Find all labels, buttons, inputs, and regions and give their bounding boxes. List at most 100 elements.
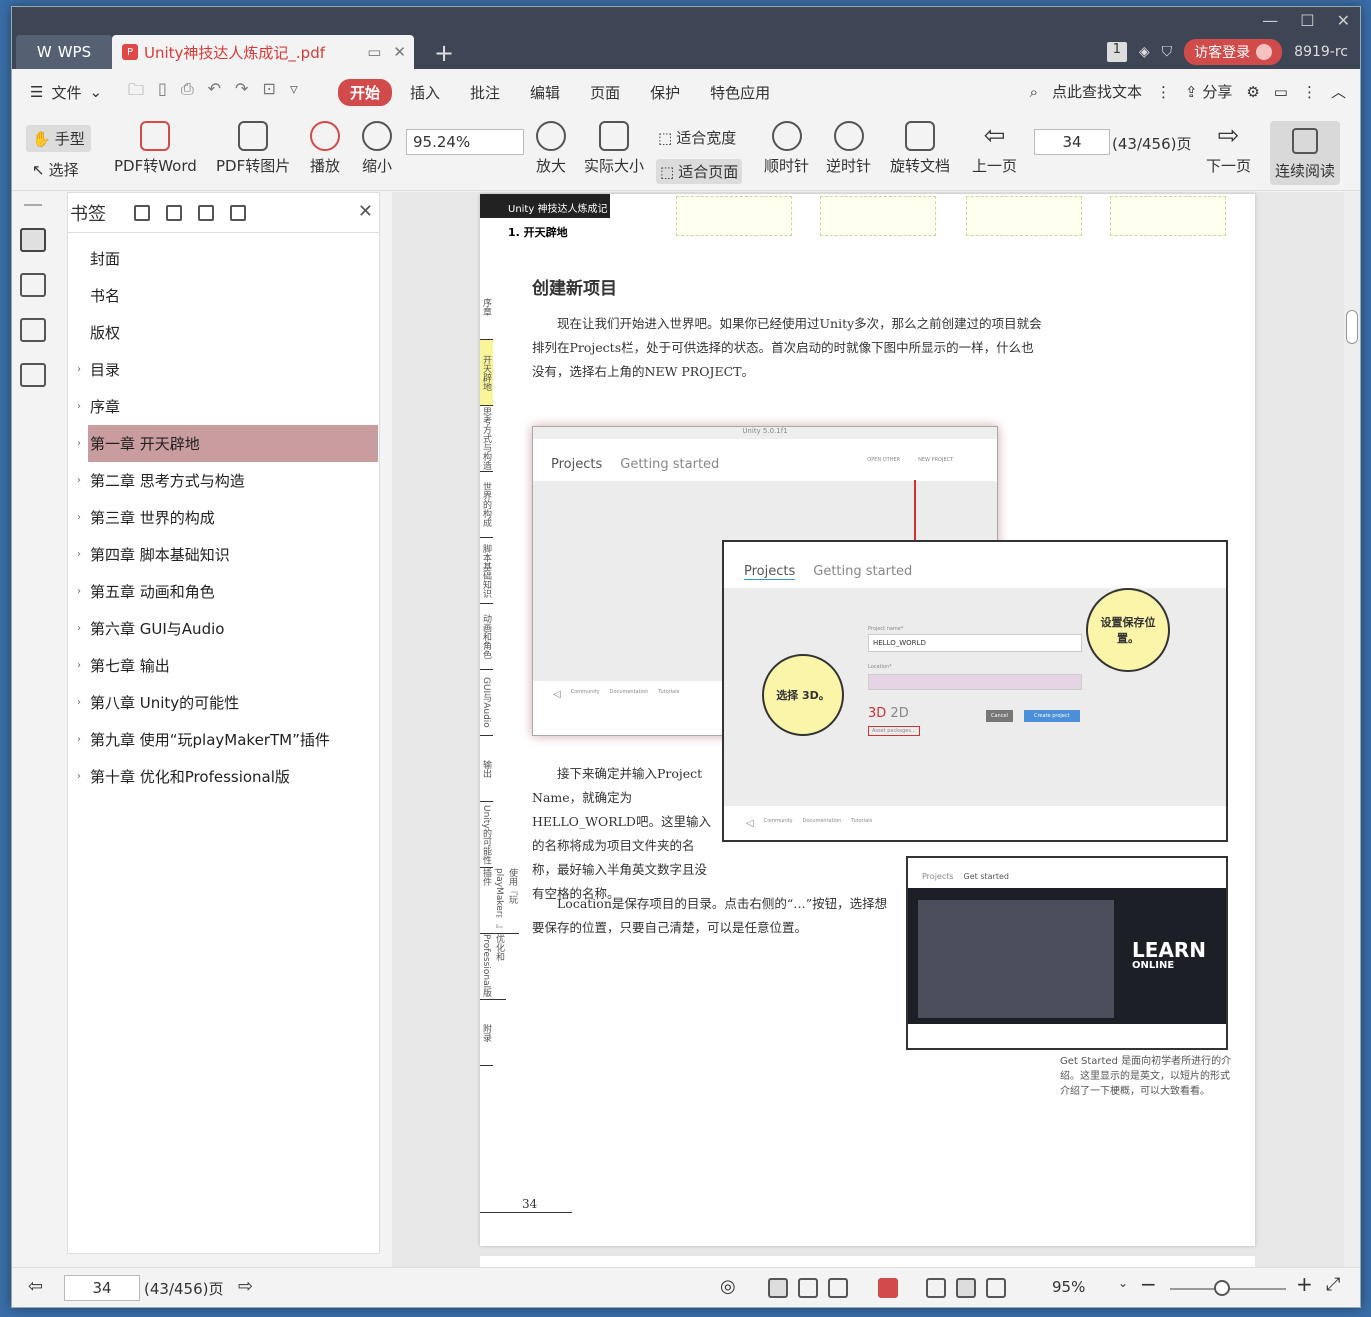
window-count-badge[interactable]: 1 [1106, 42, 1127, 62]
pdf-to-word-button[interactable]: PDF转Word [114, 121, 197, 176]
tab-comment[interactable]: 批注 [458, 79, 512, 106]
save-icon[interactable]: ▯ [158, 79, 167, 106]
zoom-slider-handle[interactable] [1214, 1280, 1230, 1296]
document-viewport[interactable]: Unity 神技达人炼成记 1. 开天辟地 序章 开天辟地 思考方式与构造 世界的构成… [392, 192, 1346, 1276]
zoom-out-icon[interactable]: − [1140, 1272, 1157, 1296]
bookmark-item[interactable]: › 第九章 使用“玩playMakerTM”插件 [68, 721, 379, 758]
hand-tool-button[interactable]: ✋ 手型 [26, 125, 91, 152]
document-tab[interactable]: P Unity神技达人炼成记_.pdf ▭ ✕ [112, 35, 414, 69]
tab-protect[interactable]: 保护 [638, 79, 692, 106]
collapse-all-icon[interactable] [166, 204, 182, 221]
expand-arrow-icon[interactable]: › [77, 771, 81, 782]
fit-page-icon[interactable] [956, 1278, 976, 1298]
open-folder-icon[interactable]: 🗀 [128, 79, 144, 106]
minimize-icon[interactable]: — [1262, 11, 1278, 30]
close-window-icon[interactable]: ✕ [1337, 11, 1350, 30]
file-menu[interactable]: ☰ 文件 ⌄ [12, 82, 120, 103]
two-page-view-icon[interactable] [828, 1278, 848, 1298]
expand-arrow-icon[interactable]: › [77, 623, 81, 634]
expand-arrow-icon[interactable]: › [77, 401, 81, 412]
maximize-icon[interactable]: ☐ [1300, 11, 1314, 30]
actual-size-icon[interactable] [926, 1278, 946, 1298]
expand-all-icon[interactable] [134, 204, 150, 221]
redo-icon[interactable]: ↷ [235, 79, 248, 106]
image-panel-icon[interactable] [20, 363, 46, 387]
annotation-panel-icon[interactable] [20, 318, 46, 342]
fit-width-button[interactable]: ⬚ 适合宽度 [658, 127, 736, 148]
tab-features[interactable]: 特色应用 [698, 79, 782, 106]
expand-arrow-icon[interactable]: › [77, 512, 81, 523]
actual-size-button[interactable]: 实际大小 [584, 121, 644, 176]
fullscreen-icon[interactable]: ⤢ [1326, 1274, 1340, 1295]
select-tool-button[interactable]: ↖ 选择 [32, 159, 79, 180]
fit-page-button[interactable]: ⬚ 适合页面 [656, 159, 743, 184]
single-page-view-icon[interactable] [798, 1278, 818, 1298]
eye-protection-icon[interactable]: ◎ [720, 1276, 736, 1297]
bookmark-item[interactable]: › 第十章 优化和Professional版 [68, 758, 379, 795]
wps-home-tab[interactable]: W WPS [16, 35, 112, 69]
collapse-ribbon-icon[interactable]: ︿ [1331, 81, 1346, 102]
zoom-out-button[interactable]: 缩小 [362, 121, 392, 176]
zoom-in-button[interactable]: 放大 [536, 121, 566, 176]
thumbnail-panel-icon[interactable] [20, 273, 46, 297]
tab-start[interactable]: 开始 [338, 78, 393, 106]
next-page-icon[interactable]: ⇨ [238, 1276, 253, 1297]
bookmark-item[interactable]: 封面 [68, 240, 379, 277]
tab-edit[interactable]: 编辑 [518, 79, 572, 106]
drag-handle[interactable] [24, 204, 42, 206]
close-panel-icon[interactable]: ✕ [358, 201, 373, 222]
page-number-input[interactable]: 34 [1034, 129, 1110, 155]
print-icon[interactable]: ⎙ [181, 79, 194, 106]
fit-width-icon[interactable] [986, 1278, 1006, 1298]
expand-arrow-icon[interactable]: › [77, 660, 81, 671]
close-tab-icon[interactable]: ✕ [393, 43, 406, 61]
bookmark-item[interactable]: › 第七章 输出 [68, 647, 379, 684]
bookmark-item[interactable]: › 第六章 GUI与Audio [68, 610, 379, 647]
continuous-view-icon[interactable] [768, 1278, 788, 1298]
undo-icon[interactable]: ↶ [208, 79, 221, 106]
bookmark-item[interactable]: 书名 [68, 277, 379, 314]
more-vertical-icon[interactable]: ⋮ [1156, 83, 1171, 101]
prev-page-button[interactable]: ⇦ 上一页 [972, 121, 1017, 176]
share-button[interactable]: ⇪ 分享 [1185, 81, 1232, 102]
skin-icon[interactable]: ◈ [1139, 44, 1150, 60]
more-options-icon[interactable]: ⋮ [1302, 83, 1317, 101]
comment-icon[interactable]: ▭ [1274, 83, 1288, 101]
zoom-in-icon[interactable]: + [1296, 1272, 1313, 1296]
expand-arrow-icon[interactable]: › [77, 697, 81, 708]
rotate-counterclockwise-button[interactable]: 逆时针 [826, 121, 871, 176]
bookmark-item[interactable]: › 第八章 Unity的可能性 [68, 684, 379, 721]
tab-insert[interactable]: 插入 [398, 79, 452, 106]
bookmark-item[interactable]: › 序章 [68, 388, 379, 425]
shirt-icon[interactable]: ⛉ [1162, 44, 1173, 60]
bookmark-item[interactable]: › 第一章 开天辟地 [77, 425, 378, 462]
bookmark-item[interactable]: › 第二章 思考方式与构造 [68, 462, 379, 499]
expand-arrow-icon[interactable]: › [77, 586, 81, 597]
export-image-icon[interactable]: ⊡ [262, 79, 275, 106]
bookmark-item[interactable]: › 第五章 动画和角色 [68, 573, 379, 610]
expand-arrow-icon[interactable]: › [77, 438, 81, 449]
play-button[interactable]: 播放 [310, 121, 340, 176]
continuous-reading-button[interactable]: 连续阅读 [1270, 121, 1340, 185]
add-bookmark-icon[interactable] [198, 204, 214, 221]
tab-page[interactable]: 页面 [578, 79, 632, 106]
search-icon[interactable]: ⌕ [1030, 83, 1038, 101]
visitor-login-button[interactable]: 访客登录 [1184, 39, 1283, 65]
scrollbar-thumb[interactable] [1346, 310, 1358, 344]
rotate-document-button[interactable]: 旋转文档 [890, 121, 950, 176]
prev-page-icon[interactable]: ⇦ [28, 1276, 43, 1297]
next-page-button[interactable]: ⇨ 下一页 [1206, 121, 1251, 176]
search-text-button[interactable]: 点此查找文本 [1052, 81, 1142, 102]
bookmark-item[interactable]: 版权 [68, 314, 379, 351]
bookmark-item[interactable]: › 目录 [68, 351, 379, 388]
expand-arrow-icon[interactable]: › [77, 364, 81, 375]
bookmark-item[interactable]: › 第四章 脚本基础知识 [68, 536, 379, 573]
play-slideshow-icon[interactable] [878, 1278, 898, 1298]
expand-arrow-icon[interactable]: › [77, 734, 81, 745]
rotate-clockwise-button[interactable]: 顺时针 [764, 121, 809, 176]
new-tab-button[interactable]: + [434, 39, 454, 67]
expand-arrow-icon[interactable]: › [77, 475, 81, 486]
zoom-dropdown-icon[interactable]: ⌄ [1118, 1276, 1128, 1290]
status-page-input[interactable]: 34 [64, 1275, 140, 1301]
zoom-input[interactable]: 95.24% [406, 129, 524, 155]
